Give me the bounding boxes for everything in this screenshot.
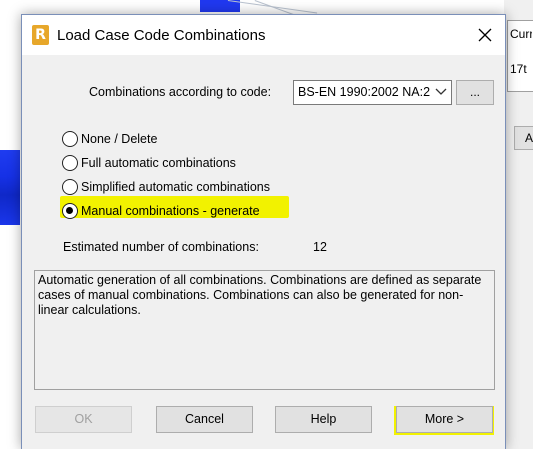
radio-button[interactable] [62, 155, 78, 171]
load-case-code-combinations-dialog: R Load Case Code Combinations Combinatio… [21, 14, 506, 449]
radio-label: None / Delete [81, 132, 158, 146]
more-button[interactable]: More > [396, 406, 493, 433]
code-label: Combinations according to code: [89, 85, 272, 99]
background-model-view [0, 150, 20, 225]
estimate-label: Estimated number of combinations: [63, 240, 259, 254]
radio-option-manual-generate[interactable]: Manual combinations - generate [62, 201, 260, 221]
code-select-value: BS-EN 1990:2002 NA:2 [298, 85, 431, 99]
close-button[interactable] [469, 19, 501, 51]
description-text: Automatic generation of all combinations… [38, 273, 482, 317]
radio-button[interactable] [62, 179, 78, 195]
radio-option-simplified-automatic[interactable]: Simplified automatic combinations [62, 177, 270, 197]
radio-button-selected[interactable] [62, 203, 78, 219]
radio-option-none-delete[interactable]: None / Delete [62, 129, 157, 149]
browse-code-button[interactable]: ... [456, 80, 494, 105]
cancel-button[interactable]: Cancel [156, 406, 253, 433]
description-box: Automatic generation of all combinations… [34, 270, 495, 390]
dialog-titlebar: R Load Case Code Combinations [22, 15, 505, 55]
app-logo-icon: R [32, 25, 49, 45]
radio-button[interactable] [62, 131, 78, 147]
code-select[interactable]: BS-EN 1990:2002 NA:2 [293, 80, 452, 105]
help-button[interactable]: Help [275, 406, 372, 433]
close-icon [478, 28, 492, 42]
ok-button[interactable]: OK [35, 406, 132, 433]
background-panel-value: 17t [510, 62, 527, 76]
radio-label: Manual combinations - generate [81, 204, 260, 218]
radio-label: Full automatic combinations [81, 156, 236, 170]
background-panel-label: Curr [510, 27, 532, 41]
radio-option-full-automatic[interactable]: Full automatic combinations [62, 153, 236, 173]
estimate-value: 12 [313, 240, 327, 254]
chevron-down-icon [435, 88, 447, 95]
background-button[interactable]: A [514, 126, 533, 150]
dialog-title: Load Case Code Combinations [57, 27, 266, 44]
radio-label: Simplified automatic combinations [81, 180, 270, 194]
